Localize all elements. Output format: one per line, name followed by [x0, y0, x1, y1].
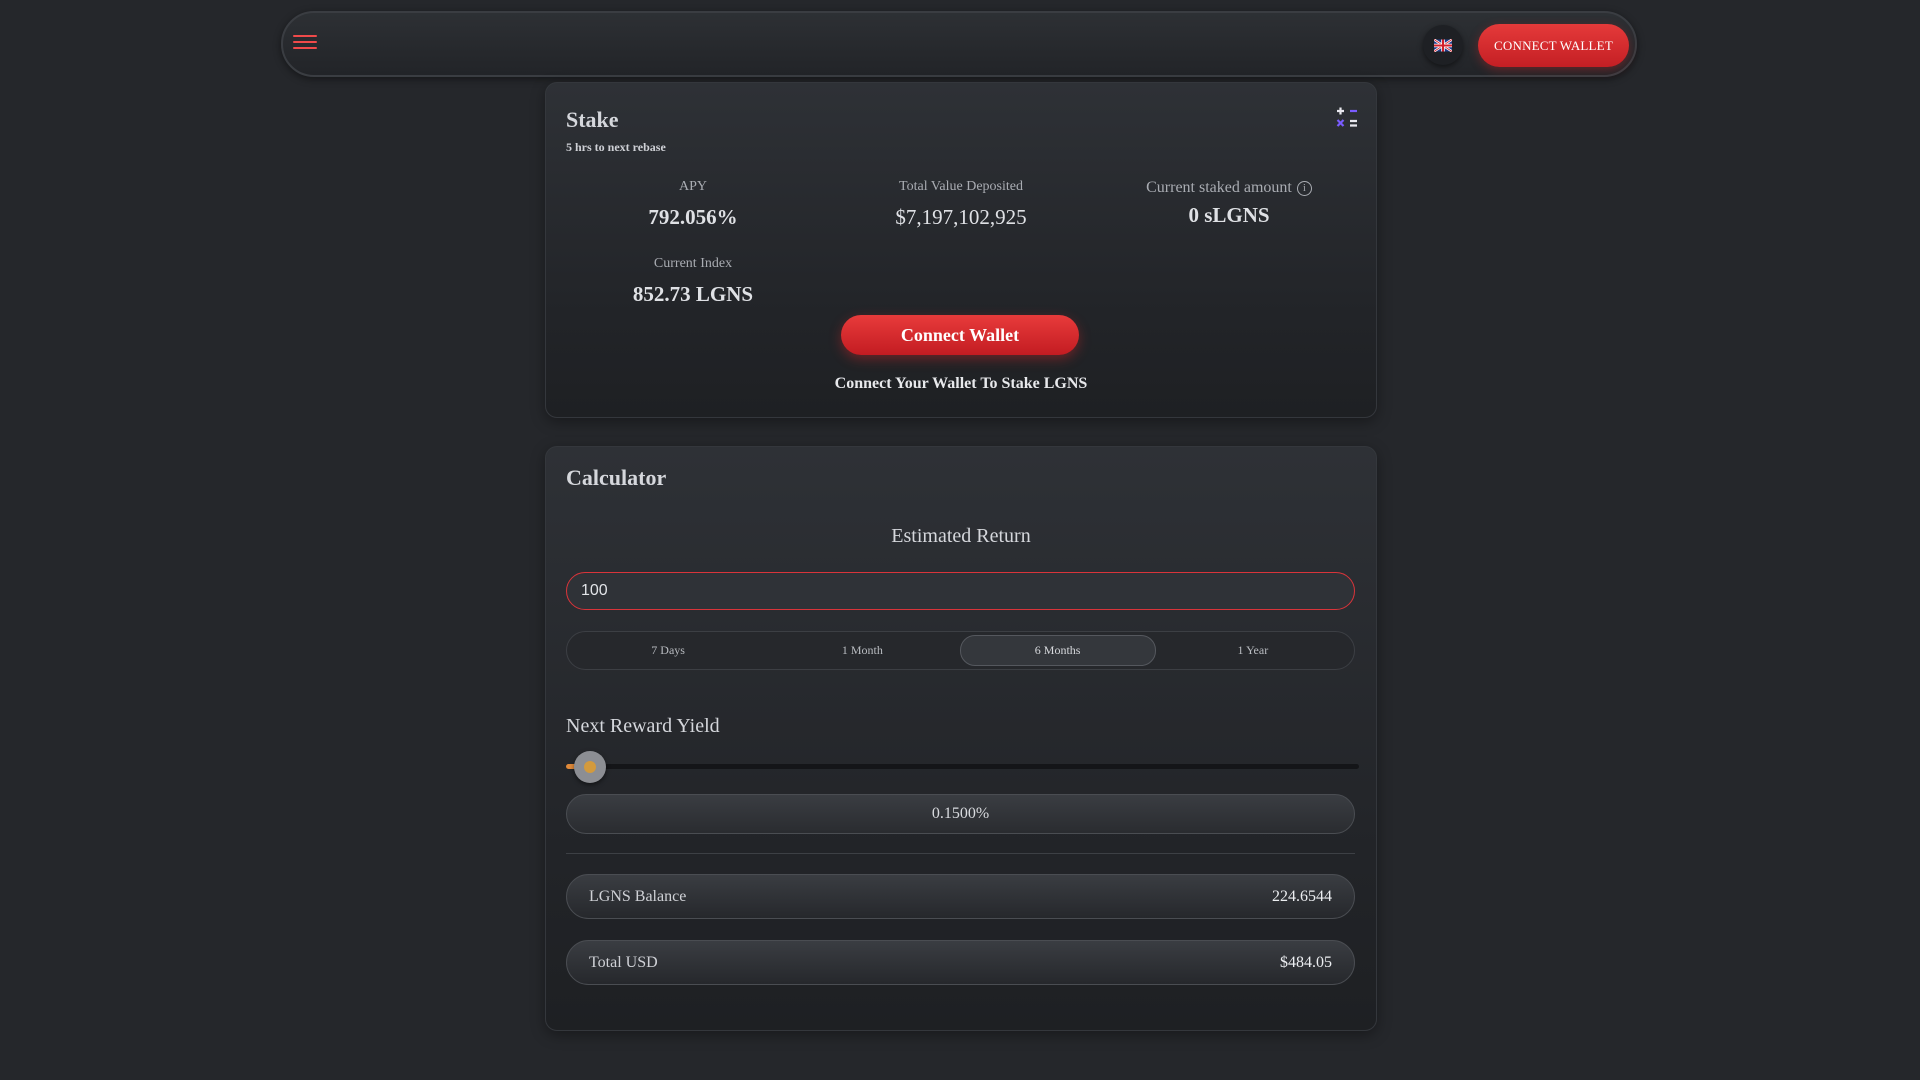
period-1-year[interactable]: 1 Year	[1156, 636, 1350, 665]
staked-amount-value: 0 sLGNS	[1188, 203, 1270, 227]
tvd-label: Total Value Deposited	[899, 179, 1023, 194]
tvd-value: $7,197,102,925	[895, 205, 1027, 229]
language-selector-button[interactable]	[1423, 25, 1463, 65]
staked-amount-label-row: Current staked amount i	[1099, 179, 1359, 197]
rebase-countdown: 5 hrs to next rebase	[566, 140, 666, 154]
period-selector: 7 Days 1 Month 6 Months 1 Year	[566, 631, 1355, 670]
hamburger-menu-icon[interactable]	[293, 31, 317, 53]
info-icon[interactable]: i	[1296, 180, 1312, 196]
period-6-months[interactable]: 6 Months	[959, 635, 1156, 666]
lgns-balance-value: 224.6544	[1272, 887, 1332, 905]
staked-amount-metric: Current staked amount i 0 sLGNS	[1099, 179, 1359, 228]
stake-title: Stake	[566, 107, 619, 132]
reward-yield-slider[interactable]	[566, 751, 1359, 783]
reward-yield-value: 0.1500%	[566, 794, 1355, 834]
connect-wallet-message: Connect Your Wallet To Stake LGNS	[834, 375, 1088, 392]
calculator-title: Calculator	[566, 465, 667, 490]
divider	[566, 853, 1355, 854]
amount-input[interactable]	[566, 572, 1355, 610]
total-usd-value: $484.05	[1280, 953, 1332, 971]
slider-thumb[interactable]	[573, 751, 606, 783]
estimated-return-label: Estimated Return	[891, 525, 1031, 547]
connect-wallet-nav-button[interactable]: CONNECT WALLET	[1478, 24, 1629, 67]
lgns-balance-row: LGNS Balance 224.6544	[566, 874, 1355, 919]
apy-value: 792.056%	[648, 205, 738, 229]
lgns-balance-label: LGNS Balance	[589, 887, 687, 905]
period-1-month[interactable]: 1 Month	[765, 636, 959, 665]
staked-amount-label: Current staked amount	[1146, 179, 1292, 196]
top-navbar: CONNECT WALLET	[281, 11, 1637, 77]
apy-metric: APY 792.056%	[563, 179, 823, 230]
next-reward-yield-label: Next Reward Yield	[566, 715, 720, 737]
connect-wallet-button[interactable]: Connect Wallet	[841, 315, 1079, 355]
tvd-metric: Total Value Deposited $7,197,102,925	[831, 179, 1091, 230]
calculator-icon[interactable]	[1334, 105, 1360, 131]
index-value: 852.73 LGNS	[632, 282, 754, 306]
index-label: Current Index	[653, 256, 733, 271]
index-metric: Current Index 852.73 LGNS	[563, 256, 823, 307]
total-usd-label: Total USD	[589, 953, 658, 971]
period-7-days[interactable]: 7 Days	[571, 636, 765, 665]
apy-label: APY	[678, 179, 707, 194]
calculator-card: Calculator Estimated Return 7 Days 1 Mon…	[545, 446, 1377, 1031]
total-usd-row: Total USD $484.05	[566, 940, 1355, 985]
uk-flag-icon	[1434, 38, 1452, 52]
stake-card: Stake 5 hrs to next rebase APY 792.056% …	[545, 82, 1377, 418]
